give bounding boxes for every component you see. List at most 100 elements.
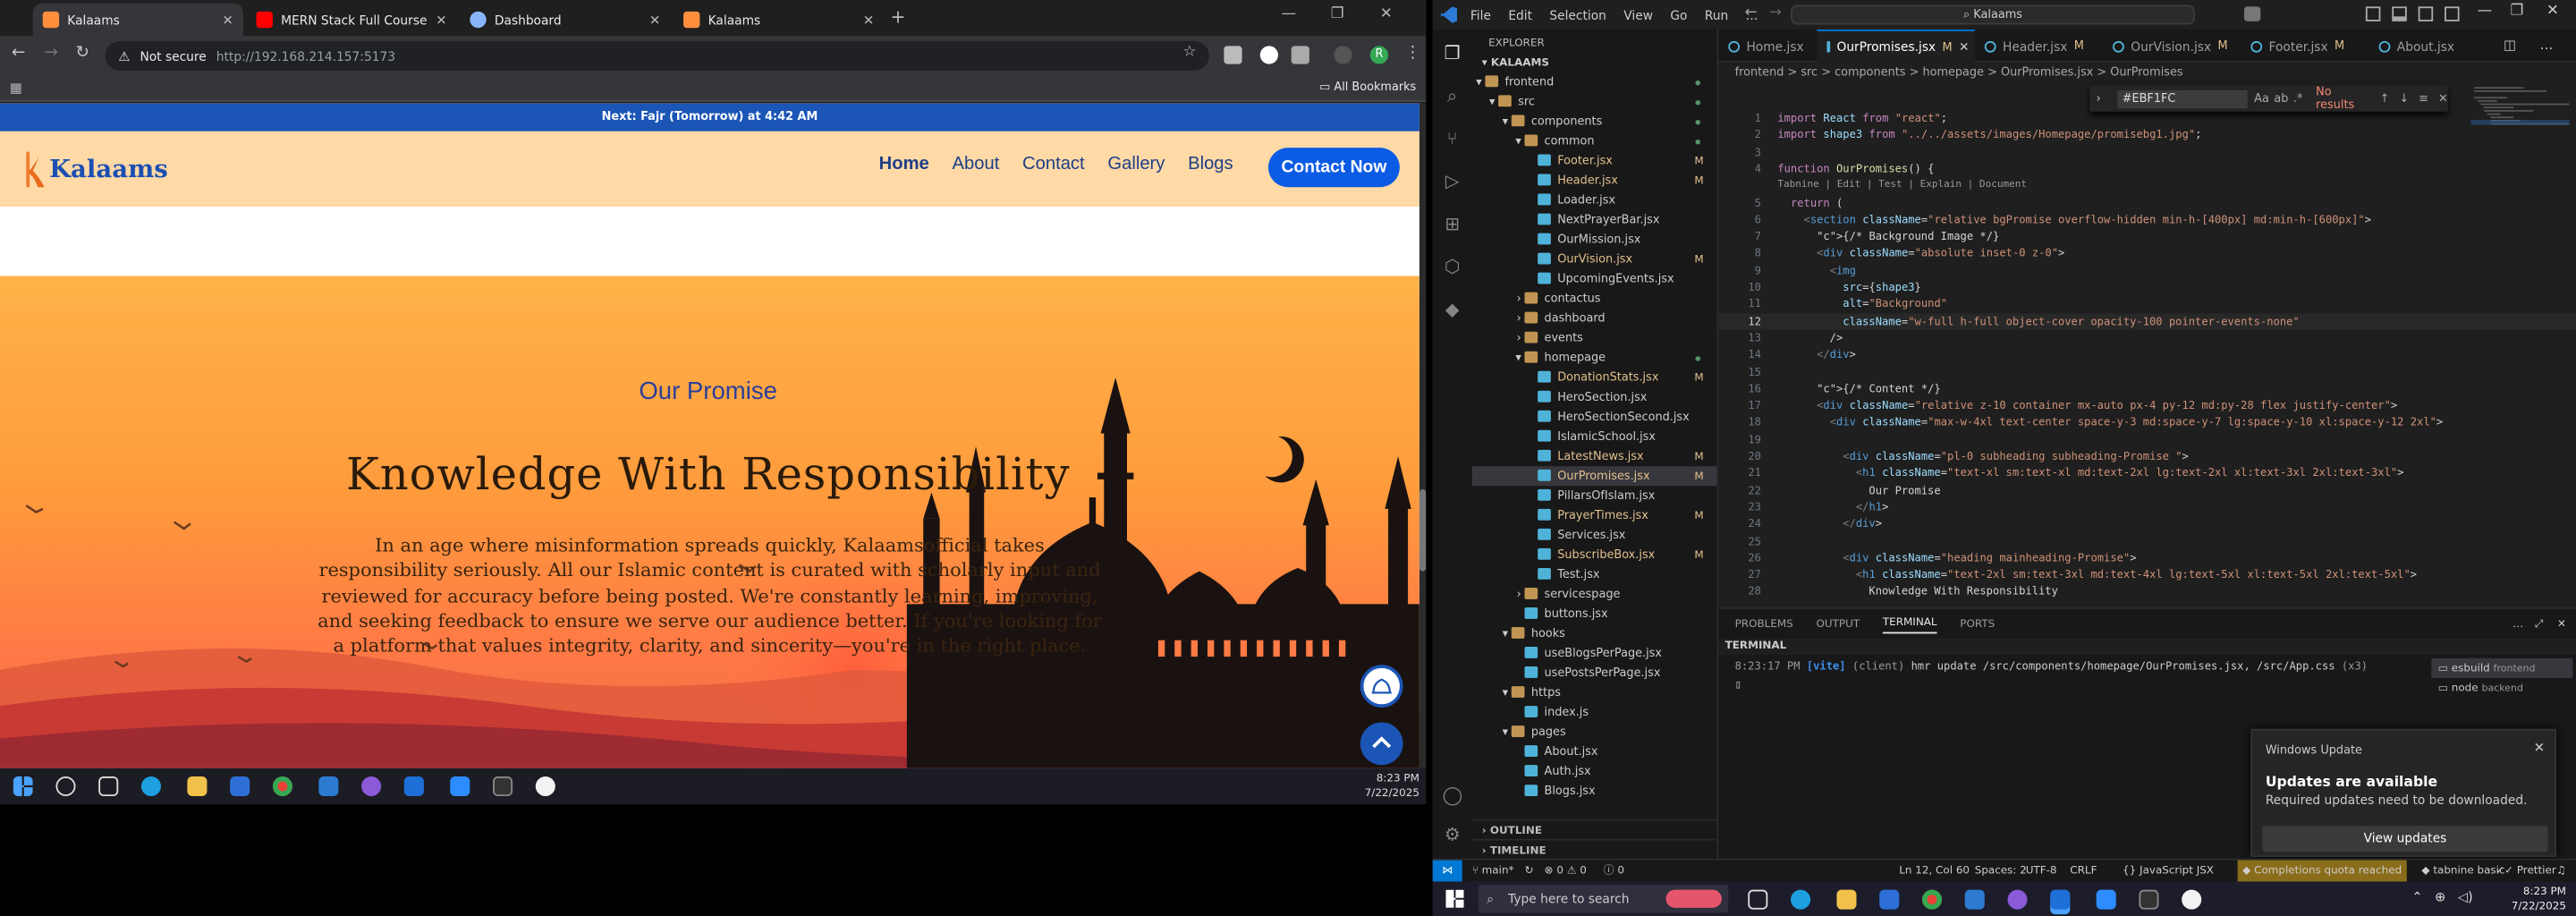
toggle-replace-icon[interactable]: › [2097, 92, 2101, 106]
close-tab-icon[interactable]: ✕ [649, 13, 660, 28]
menu-edit[interactable]: Edit [1508, 7, 1532, 22]
code-line[interactable]: 4 function OurPromises() { [1718, 161, 2576, 178]
tree-folder[interactable]: › dashboard [1472, 309, 1717, 328]
close-tab-icon[interactable]: ✕ [436, 13, 446, 28]
tree-file[interactable]: index.js [1472, 702, 1717, 722]
extension-icon[interactable] [1259, 46, 1278, 64]
code-line[interactable]: 21 <h1 className="text-xl sm:text-xl md:… [1718, 465, 2576, 482]
extension-icon[interactable] [1224, 46, 1242, 64]
tree-folder[interactable]: ▾ src [1472, 92, 1717, 112]
vscode-icon[interactable] [318, 776, 339, 797]
editor-tab-header[interactable]: Header.jsx M [1975, 30, 2103, 63]
browser-tab-mern-course[interactable]: MERN Stack Full Course - ECom ✕ [247, 4, 457, 37]
code-editor[interactable]: 1 import React from "react"; 2 import shape… [1718, 83, 2576, 607]
minimize-icon[interactable]: — [1282, 6, 1297, 22]
network-icon[interactable]: ⊕ [2435, 890, 2445, 905]
tree-file[interactable]: Blogs.jsx [1472, 782, 1717, 802]
browser-tab-kalaams[interactable]: Kalaams ✕ [32, 3, 243, 37]
code-line[interactable]: 24 </div> [1718, 516, 2576, 533]
layout-panel-icon[interactable] [2392, 6, 2407, 21]
source-control-icon[interactable]: ⑂ [1443, 128, 1462, 149]
menu-run[interactable]: Run [1705, 7, 1728, 22]
terminal-item-node[interactable]: ▭ node backend [2431, 678, 2572, 698]
volume-icon[interactable]: ◁) [2458, 890, 2473, 905]
store-icon[interactable] [1879, 889, 1900, 910]
language-mode[interactable]: {} JavaScript JSX [2123, 861, 2214, 882]
apps-grid-icon[interactable]: ▦ [10, 81, 22, 96]
terminal-icon[interactable] [2139, 889, 2159, 910]
encoding[interactable]: UTF-8 [2026, 861, 2057, 882]
tree-file[interactable]: OurVision.jsx M [1472, 250, 1717, 269]
clock[interactable]: 8:23 PM 7/22/2025 [1365, 772, 1419, 802]
vscode-active-icon[interactable] [403, 776, 424, 797]
find-in-selection-icon[interactable]: ≡ [2419, 92, 2428, 106]
notifications-bell-icon[interactable]: ♫ [2556, 861, 2566, 882]
extensions-puzzle-icon[interactable] [1291, 46, 1309, 64]
vscode-active-icon[interactable] [2050, 889, 2071, 910]
timeline-section[interactable]: › TIMELINE [1471, 838, 1719, 859]
code-line[interactable]: 25 [1718, 532, 2576, 549]
bookmark-star-icon[interactable]: ☆ [1182, 45, 1196, 61]
editor-tab-about[interactable]: About.jsx [2369, 30, 2485, 63]
tray-chevron-icon[interactable]: ⌃ [2411, 890, 2422, 905]
scrollbar-thumb[interactable] [1419, 488, 1427, 572]
forward-icon[interactable]: → [1769, 5, 1782, 21]
close-window-icon[interactable]: ✕ [2546, 4, 2559, 20]
tree-file[interactable]: OurPromises.jsx M [1471, 466, 1717, 487]
minimap[interactable] [2470, 84, 2570, 182]
code-line[interactable]: 7 "c">{/* Background Image */} [1718, 228, 2576, 245]
next-match-icon[interactable]: ↓ [2399, 92, 2409, 106]
tree-file[interactable]: PrayerTimes.jsx M [1472, 505, 1717, 525]
tree-file[interactable]: usePostsPerPage.jsx [1472, 663, 1717, 683]
editor-tab-ourpromises[interactable]: OurPromises.jsx M ✕ [1817, 30, 1975, 63]
code-line[interactable]: 17 <div className="relative z-10 contain… [1718, 397, 2576, 414]
more-actions-icon[interactable]: … [2512, 617, 2523, 631]
account-icon[interactable]: ◯ [1443, 785, 1463, 806]
workspace-root[interactable]: ▾ KALAAMS [1472, 53, 1717, 72]
url-text[interactable]: http://192.168.214.157:5173 [216, 48, 395, 64]
tree-folder[interactable]: ▾ hooks [1472, 623, 1717, 643]
more-actions-icon[interactable]: … [2540, 38, 2554, 53]
code-line[interactable]: 10 src={shape3} [1718, 279, 2576, 296]
settings-gear-icon[interactable]: ⚙ [1443, 824, 1462, 845]
tree-file[interactable]: Services.jsx [1472, 525, 1717, 545]
tree-file[interactable]: buttons.jsx [1472, 604, 1717, 623]
panel-tab-problems[interactable]: PROBLEMS [1735, 617, 1793, 631]
tree-folder[interactable]: ▾ pages [1472, 722, 1717, 742]
code-line[interactable]: 6 <section className="relative bgPromise… [1718, 211, 2576, 228]
tree-file[interactable]: Header.jsx M [1472, 171, 1717, 191]
code-line[interactable]: 16 "c">{/* Content */} [1718, 380, 2576, 397]
code-line[interactable]: 8 <div className="absolute inset-0 z-0"> [1718, 245, 2576, 262]
regex-icon[interactable]: .* [2293, 92, 2303, 106]
copilot-icon[interactable] [2243, 6, 2261, 21]
scroll-to-top-button[interactable] [1360, 722, 1403, 766]
edge-icon[interactable] [140, 776, 162, 797]
split-editor-icon[interactable]: ◫ [2504, 38, 2516, 53]
taskbar-search-box[interactable]: ⌕ Type here to search [1479, 885, 1729, 913]
tree-file[interactable]: Auth.jsx [1472, 761, 1717, 781]
app-icon[interactable] [2182, 889, 2202, 910]
windows-start-icon[interactable] [13, 776, 33, 797]
code-line[interactable]: 22 Our Promise [1718, 482, 2576, 499]
code-line[interactable]: 9 <img [1718, 262, 2576, 279]
panel-tab-terminal[interactable]: TERMINAL [1882, 615, 1937, 633]
run-debug-icon[interactable]: ▷ [1443, 171, 1462, 192]
tree-folder[interactable]: ▾ https [1472, 683, 1717, 702]
find-input[interactable]: #EBF1FC [2117, 89, 2248, 108]
tree-folder[interactable]: › servicespage [1472, 584, 1717, 604]
tabnine-icon[interactable]: ◆ [1443, 299, 1462, 320]
code-line[interactable]: 26 <div className="heading mainheading-P… [1718, 549, 2576, 566]
github-icon[interactable] [2007, 889, 2028, 910]
tree-folder[interactable]: ▾ frontend [1472, 72, 1717, 92]
vscode-icon[interactable] [1964, 889, 1985, 910]
tree-file[interactable]: SubscribeBox.jsx M [1472, 545, 1717, 564]
restore-icon[interactable]: ❐ [2511, 4, 2524, 20]
match-case-icon[interactable]: Aa [2254, 92, 2269, 106]
menu-go[interactable]: Go [1670, 7, 1687, 22]
copilot-quota-status[interactable]: ◆ Completions quota reached [2237, 860, 2407, 882]
code-line[interactable]: 12 className="w-full h-full object-cover… [1718, 312, 2576, 330]
cursor-position[interactable]: Ln 12, Col 60 [1899, 861, 1970, 882]
tree-file[interactable]: PillarsOfIslam.jsx [1472, 486, 1717, 505]
maximize-panel-icon[interactable]: ⤢ [2535, 616, 2544, 632]
security-label[interactable]: Not secure [140, 48, 206, 64]
